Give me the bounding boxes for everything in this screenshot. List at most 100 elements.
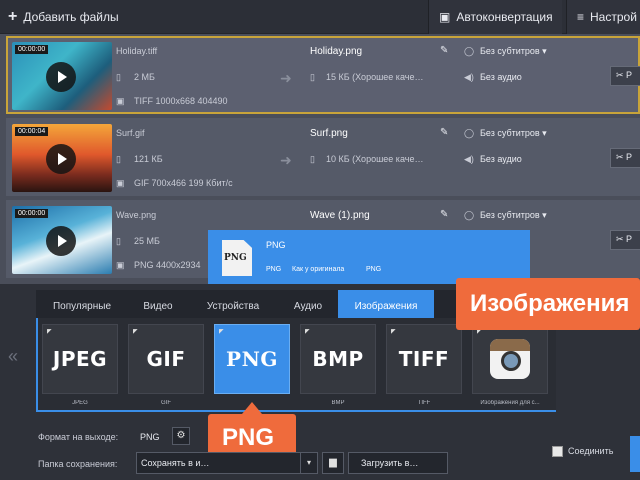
thumbnail[interactable]: 00:00:00	[12, 42, 112, 110]
auto-convert-button[interactable]: ▣ Автоконвертация	[428, 0, 562, 34]
subtitles-label: Без субтитров	[480, 128, 540, 138]
image-info-icon: ▣	[116, 260, 125, 270]
arrow-right-icon: ➜	[280, 70, 292, 86]
merge-label: Соединить	[568, 446, 614, 456]
preset-social[interactable]: ◤	[472, 324, 548, 394]
subtitles-dropdown[interactable]: Без субтитров ▾	[480, 210, 547, 221]
subtitles-label: Без субтитров	[480, 46, 540, 56]
source-filename: Surf.gif	[116, 128, 145, 138]
gear-icon[interactable]: ⚙	[172, 427, 190, 445]
settings-label: Настрой	[590, 10, 637, 24]
subtitles-dropdown[interactable]: Без субтитров ▾	[480, 46, 547, 57]
preset-bmp[interactable]: ◤ BMP	[300, 324, 376, 394]
corner-marker-icon: ◤	[305, 329, 310, 335]
duration-badge: 00:00:04	[15, 127, 49, 136]
auto-convert-label: Автоконвертация	[456, 10, 553, 24]
png-file-icon-text: PNG	[224, 253, 247, 263]
image-info-icon: ▣	[116, 96, 125, 106]
corner-marker-icon: ◤	[47, 329, 52, 335]
top-toolbar: + Добавить файлы ▣ Автоконвертация ≡ Нас…	[0, 0, 640, 34]
thumbnail[interactable]: 00:00:00	[12, 206, 112, 274]
edit-name-icon[interactable]: ✎	[440, 45, 448, 56]
output-format-value: PNG	[140, 432, 160, 442]
add-files-button[interactable]: + Добавить файлы	[8, 0, 119, 34]
save-folder-label: Папка сохранения:	[38, 459, 118, 469]
settings-button[interactable]: ≡ Настрой	[566, 0, 640, 34]
preset-png[interactable]: ◤ PNG	[214, 324, 290, 394]
preset-label: TIFF	[417, 400, 431, 406]
speaker-icon: ◀)	[464, 154, 474, 164]
output-filename: Wave (1).png	[310, 210, 370, 221]
file-icon: ▯	[310, 154, 315, 164]
folder-icon: ▣	[439, 10, 451, 24]
file-row-surf[interactable]: 00:00:04 Surf.gif ▯ 121 КБ ▣ GIF 700x466…	[6, 118, 640, 196]
speaker-icon: ◀)	[464, 72, 474, 82]
cut-label: Р	[626, 70, 633, 80]
subtitles-dropdown[interactable]: Без субтитров ▾	[480, 128, 547, 139]
popup-codec: PNG	[266, 266, 282, 273]
thumbnail[interactable]: 00:00:04	[12, 124, 112, 192]
cut-button[interactable]: ✂ Р	[610, 230, 640, 250]
source-filename: Wave.png	[116, 210, 157, 220]
corner-marker-icon: ◤	[219, 329, 224, 335]
plus-icon: +	[8, 8, 18, 25]
preset-label: GIF	[161, 400, 171, 406]
output-format-label: Формат на выходе:	[38, 432, 119, 442]
preset-logo: JPEG	[52, 347, 108, 371]
duration-badge: 00:00:00	[15, 45, 49, 54]
output-size: 15 КБ (Хорошее каче…	[326, 72, 424, 82]
popup-format: PNG	[366, 266, 382, 273]
preset-gif[interactable]: ◤ GIF	[128, 324, 204, 394]
edit-name-icon[interactable]: ✎	[440, 127, 448, 138]
convert-button[interactable]	[630, 436, 640, 472]
preset-label: JPEG	[72, 400, 88, 406]
chevron-left-icon[interactable]: «	[8, 346, 18, 367]
play-icon[interactable]	[46, 144, 76, 174]
add-files-label: Добавить файлы	[23, 10, 119, 24]
preset-logo: BMP	[312, 347, 364, 371]
save-folder-select[interactable]: Сохранять в и…	[136, 452, 302, 474]
output-filename: Holiday.png	[310, 46, 363, 57]
image-info-icon: ▣	[116, 178, 125, 188]
preset-label: BMP	[331, 400, 345, 406]
output-size: 10 КБ (Хорошее каче…	[326, 154, 424, 164]
audio-dropdown[interactable]: Без аудио	[480, 72, 522, 82]
png-file-icon: PNG	[222, 240, 252, 276]
upload-button[interactable]: Загрузить в…	[348, 452, 448, 474]
preset-tiff[interactable]: ◤ TIFF	[386, 324, 462, 394]
subtitles-icon: ◯	[464, 210, 475, 220]
source-size: 121 КБ	[134, 154, 163, 164]
cut-button[interactable]: ✂ Р	[610, 66, 640, 86]
source-size: 2 МБ	[134, 72, 155, 82]
corner-marker-icon: ◤	[391, 329, 396, 335]
subtitles-icon: ◯	[464, 128, 475, 138]
cut-button[interactable]: ✂ Р	[610, 148, 640, 168]
edit-name-icon[interactable]: ✎	[440, 209, 448, 220]
camera-icon	[490, 339, 530, 379]
cut-label: Р	[626, 234, 633, 244]
file-row-holiday[interactable]: 00:00:00 Holiday.tiff ▯ 2 МБ ▣ TIFF 1000…	[6, 36, 640, 114]
file-icon: ▯	[310, 72, 315, 82]
format-info-popup: PNG PNG PNG Как у оригинала PNG	[208, 230, 530, 284]
audio-dropdown[interactable]: Без аудио	[480, 154, 522, 164]
play-icon[interactable]	[46, 226, 76, 256]
preset-label: Изображения для с...	[480, 400, 540, 406]
output-filename: Surf.png	[310, 128, 348, 139]
merge-checkbox[interactable]	[552, 446, 563, 457]
menu-icon: ≡	[577, 10, 585, 24]
folder-icon[interactable]: ▆	[322, 452, 344, 474]
popup-title: PNG	[266, 240, 286, 250]
preset-jpeg[interactable]: ◤ JPEG	[42, 324, 118, 394]
subtitles-icon: ◯	[464, 46, 475, 56]
source-meta: GIF 700x466 199 Кбит/с	[134, 178, 233, 188]
file-icon: ▯	[116, 236, 121, 246]
source-meta: PNG 4400x2934	[134, 260, 201, 270]
file-icon: ▯	[116, 72, 121, 82]
play-icon[interactable]	[46, 62, 76, 92]
images-callout: Изображения	[456, 278, 640, 330]
source-meta: TIFF 1000x668 404490	[134, 96, 228, 106]
source-size: 25 МБ	[134, 236, 160, 246]
cut-label: Р	[626, 152, 633, 162]
caret-down-icon[interactable]: ▾	[300, 452, 318, 474]
subtitles-label: Без субтитров	[480, 210, 540, 220]
